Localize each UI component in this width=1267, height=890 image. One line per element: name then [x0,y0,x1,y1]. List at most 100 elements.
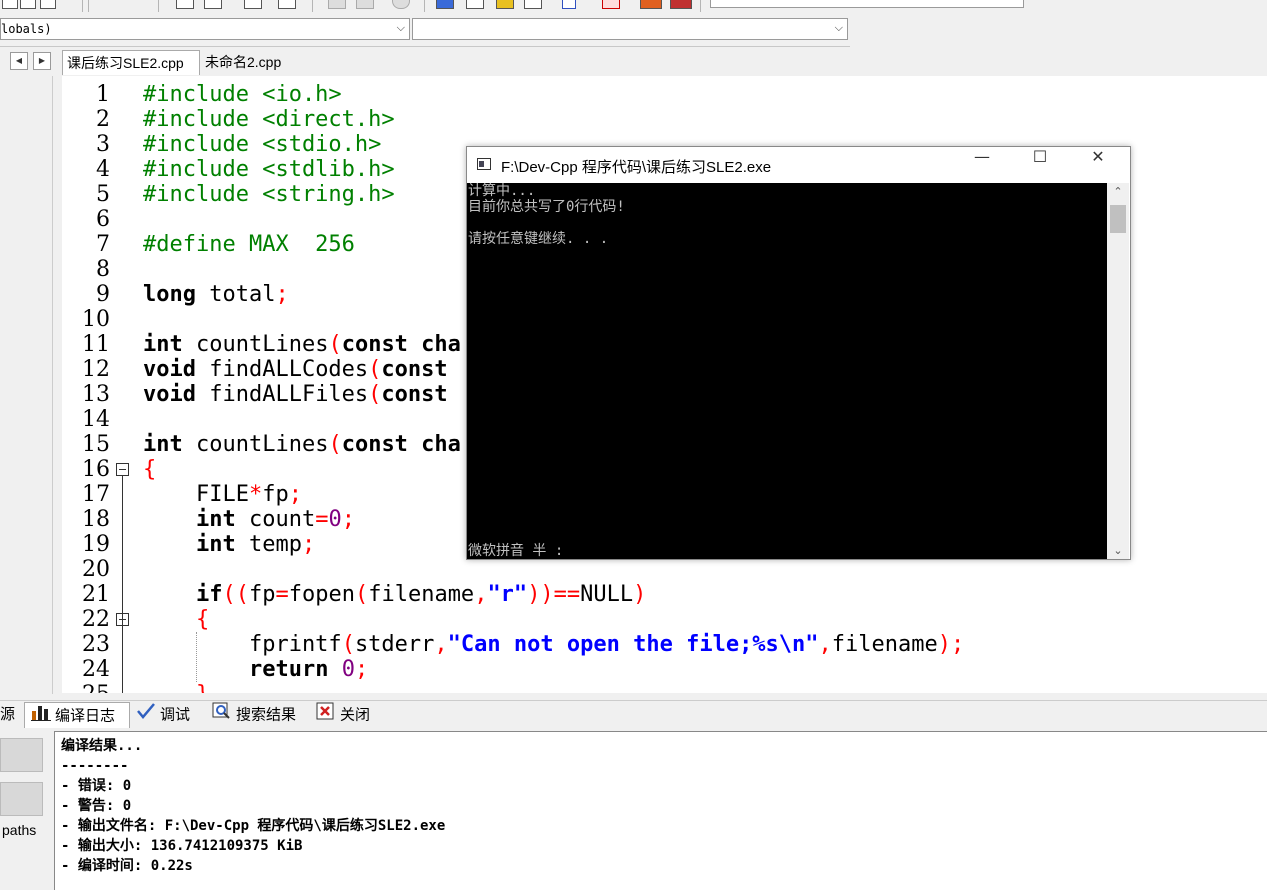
profile-icon[interactable] [562,0,576,9]
new-file-icon[interactable] [2,0,18,9]
console-scrollbar[interactable]: ⌃ ⌄ [1107,183,1129,559]
redo-icon[interactable] [356,0,374,9]
tab-sle2-cpp[interactable]: 课后练习SLE2.cpp [62,50,200,75]
compile-log[interactable]: 编译结果... -------- - 错误: 0 - 警告: 0 - 输出文件名… [54,731,1267,890]
code-line: return 0; [143,657,368,682]
code-token: countLines [182,332,329,357]
chart-icon [31,703,51,730]
code-token: const [381,382,448,407]
code-token: "Can not open the file;%s\n" [447,632,819,657]
stats-icon[interactable] [670,0,692,9]
tab-label: 课后练习SLE2.cpp [67,55,184,71]
console-title-bar[interactable]: F:\Dev-Cpp 程序代码\课后练习SLE2.exe — ☐ ✕ [467,147,1130,183]
line-number: 20 [82,557,110,582]
options-button[interactable] [0,782,43,816]
console-window[interactable]: F:\Dev-Cpp 程序代码\课后练习SLE2.exe — ☐ ✕ 计算中..… [466,146,1131,560]
line-number: 23 [82,632,110,657]
toolbar-separator [88,0,89,12]
line-number: 2 [96,107,110,132]
code-token: int [195,507,236,532]
chevron-down-icon[interactable]: ⌵ [397,22,405,35]
class-dropdown[interactable]: lobals) ⌵ [0,18,410,40]
console-output[interactable]: 计算中... 目前你总共写了0行代码! 请按任意键继续. . . 微软拼音 半 … [467,183,1107,559]
delete-icon[interactable] [602,0,620,9]
minimize-icon[interactable]: — [953,147,1011,183]
compile-run-icon[interactable] [466,0,484,9]
code-line: FILE*fp; [143,482,302,507]
chart-icon[interactable] [640,0,662,9]
run-icon[interactable] [436,0,454,9]
line-number: 16 [82,457,110,482]
fold-collapse-icon[interactable] [116,463,129,476]
code-token: int [143,432,183,457]
print-icon[interactable] [204,0,222,9]
code-line: fprintf(stderr,"Can not open the file;%s… [143,632,964,657]
line-number: 3 [96,132,110,157]
tab-compile-log[interactable]: 编译日志 [24,702,130,728]
toolbar-field[interactable] [710,0,1024,8]
code-token: total [195,282,276,307]
code-token: (( [222,582,249,607]
tab-untitled2-cpp[interactable]: 未命名2.cpp [201,50,301,75]
line-number: 5 [96,182,110,207]
tab-scroll-right-button[interactable]: ▶ [33,52,51,70]
member-dropdown[interactable]: ⌵ [412,18,848,40]
code-token: filename [831,632,938,657]
code-line: int countLines(const cha [143,332,461,357]
code-token: FILE [143,482,249,507]
close-icon[interactable]: ✕ [1069,147,1127,183]
tab-close[interactable]: 关闭 [316,702,386,728]
maximize-icon[interactable]: ☐ [1011,147,1069,183]
code-token: #include <stdlib.h> [143,157,395,182]
paths-label: paths [2,822,37,838]
abort-compile-button[interactable] [0,738,43,772]
console-line: 请按任意键继续. . . [468,231,609,247]
save-icon[interactable] [40,0,56,9]
tab-resources[interactable]: 源 [0,702,20,728]
code-token: ))== [527,582,581,607]
tab-scroll-left-button[interactable]: ◀ [10,52,28,70]
code-token: cha [407,432,461,457]
line-number: 21 [82,582,110,607]
rebuild-icon[interactable] [496,0,514,9]
tab-search-results[interactable]: 搜索结果 [212,702,312,728]
toolbar-separator [312,0,313,12]
scroll-thumb[interactable] [1110,205,1126,233]
chevron-down-icon[interactable]: ⌵ [835,22,843,35]
code-token: #include <io.h> [143,82,342,107]
stop-icon[interactable] [328,0,346,9]
check-icon [136,702,156,729]
fold-guide [122,476,123,693]
debug-icon[interactable] [524,0,542,9]
log-line: - 警告: 0 [61,798,132,814]
log-line: -------- [61,758,129,774]
code-token: temp [235,532,302,557]
open-file-icon[interactable] [20,0,36,9]
toolbar-separator [424,0,425,12]
line-number-gutter: 1234567891011121314151617181920212223242… [62,76,139,693]
tab-label: 未命名2.cpp [205,54,282,70]
compile-icon[interactable] [392,0,410,9]
tab-debug[interactable]: 调试 [136,702,206,728]
code-line: #include <string.h> [143,182,395,207]
code-token: , [434,632,448,657]
code-line: { [143,607,209,632]
toolbar-separator [700,0,701,12]
line-number: 25 [62,682,110,693]
code-token: * [248,482,263,507]
tab-label: 编译日志 [55,707,116,725]
scroll-down-icon[interactable]: ⌄ [1107,544,1129,557]
code-token: const [341,332,408,357]
scroll-up-icon[interactable]: ⌃ [1107,185,1129,198]
ime-status: 微软拼音 半 : [468,543,564,559]
code-token: void [143,382,196,407]
undo-icon[interactable] [278,0,296,9]
close-file-icon[interactable] [244,0,262,9]
code-token: ( [341,632,355,657]
line-number: 15 [82,432,110,457]
save-all-icon[interactable] [176,0,194,9]
code-line: #include <io.h> [143,82,342,107]
